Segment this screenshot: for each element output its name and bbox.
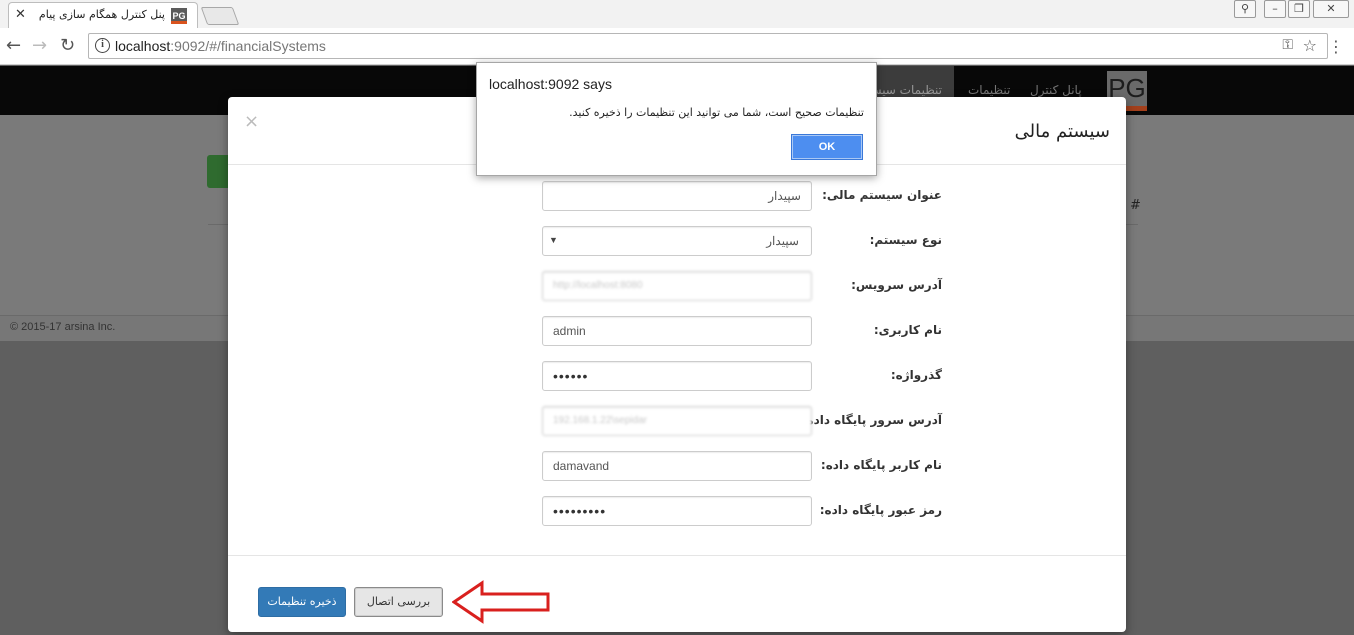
save-settings-button[interactable]: ذخیره تنظیمات — [258, 587, 346, 617]
field-row-service-address: آدرس سرویس: http://localhost:8080 — [228, 271, 1126, 301]
system-type-select[interactable]: ▼ سپیدار — [542, 226, 812, 256]
financial-system-title-input[interactable]: سپیدار — [542, 181, 812, 211]
field-row-db-password: رمز عبور پایگاه داده: ••••••••• — [228, 496, 1126, 526]
alert-message: تنظیمات صحیح است، شما می توانید این تنظی… — [569, 106, 864, 119]
footer-copyright: © 2015-17 arsina Inc. — [10, 321, 116, 333]
alert-ok-button[interactable]: OK — [791, 134, 863, 160]
password-input[interactable]: •••••• — [542, 361, 812, 391]
field-row-db-server: آدرس سرور پایگاه داده: 192.168.1.22\sepi… — [228, 406, 1126, 436]
db-password-input[interactable]: ••••••••• — [542, 496, 812, 526]
minimize-icon[interactable]: – — [1264, 0, 1286, 18]
username-input[interactable]: admin — [542, 316, 812, 346]
browser-menu-icon[interactable]: ⋮ — [1328, 37, 1344, 56]
alert-title: localhost:9092 says — [489, 76, 612, 92]
key-icon[interactable]: ⚿ — [1282, 37, 1293, 53]
restore-icon[interactable]: ❐ — [1288, 0, 1310, 18]
field-label: عنوان سیستم مالی: — [822, 188, 942, 202]
address-bar[interactable]: i localhost:9092/#/financialSystems ⚿ ☆ — [88, 33, 1328, 59]
db-server-address-input[interactable]: 192.168.1.22\sepidar — [542, 406, 812, 436]
financial-system-modal: سیستم مالی × عنوان سیستم مالی: سپیدار نو… — [228, 97, 1126, 632]
field-row-title: عنوان سیستم مالی: سپیدار — [228, 181, 1126, 211]
bookmark-star-icon[interactable]: ☆ — [1303, 36, 1317, 55]
field-label: آدرس سرور پایگاه داده: — [801, 413, 942, 427]
tab-title: پنل کنترل همگام سازی پیام — [38, 8, 165, 21]
field-label: نام کاربر پایگاه داده: — [820, 458, 942, 472]
forward-icon[interactable]: → — [32, 35, 47, 56]
db-username-input[interactable]: damavand — [542, 451, 812, 481]
browser-toolbar: ← → ↻ i localhost:9092/#/financialSystem… — [0, 28, 1354, 65]
field-row-username: نام کاربری: admin — [228, 316, 1126, 346]
tab-favicon-icon: PG — [171, 8, 187, 24]
browser-tab[interactable]: PG پنل کنترل همگام سازی پیام ✕ — [8, 2, 198, 28]
annotation-arrow-icon — [452, 580, 550, 624]
field-label: نام کاربری: — [873, 323, 942, 337]
modal-title: سیستم مالی — [1014, 121, 1110, 142]
reload-icon[interactable]: ↻ — [60, 35, 75, 56]
site-info-icon[interactable]: i — [95, 38, 110, 53]
field-label: گذرواژه: — [890, 368, 942, 382]
table-header-hash: # — [1130, 198, 1141, 213]
tab-close-icon[interactable]: ✕ — [15, 7, 26, 22]
field-label: آدرس سرویس: — [851, 278, 942, 292]
modal-footer: ذخیره تنظیمات بررسی اتصال — [228, 555, 1126, 632]
dropdown-arrow-icon: ▼ — [549, 235, 558, 245]
modal-close-icon[interactable]: × — [244, 111, 259, 132]
field-row-password: گذرواژه: •••••• — [228, 361, 1126, 391]
back-icon[interactable]: ← — [6, 35, 21, 56]
browser-tabstrip: PG پنل کنترل همگام سازی پیام ✕ ⚲ – ❐ ✕ — [0, 0, 1354, 28]
new-tab-button[interactable] — [200, 7, 240, 25]
system-type-value: سپیدار — [766, 234, 799, 248]
close-window-icon[interactable]: ✕ — [1313, 0, 1349, 18]
field-label: نوع سیستم: — [869, 233, 942, 247]
field-row-db-user: نام کاربر پایگاه داده: damavand — [228, 451, 1126, 481]
address-url: localhost:9092/#/financialSystems — [115, 38, 326, 54]
field-row-system-type: نوع سیستم: ▼ سپیدار — [228, 226, 1126, 256]
profile-icon[interactable]: ⚲ — [1234, 0, 1256, 18]
js-alert-dialog: localhost:9092 says تنظیمات صحیح است، شم… — [476, 62, 877, 176]
check-connection-button[interactable]: بررسی اتصال — [354, 587, 443, 617]
service-address-input[interactable]: http://localhost:8080 — [542, 271, 812, 301]
field-label: رمز عبور پایگاه داده: — [819, 503, 942, 517]
